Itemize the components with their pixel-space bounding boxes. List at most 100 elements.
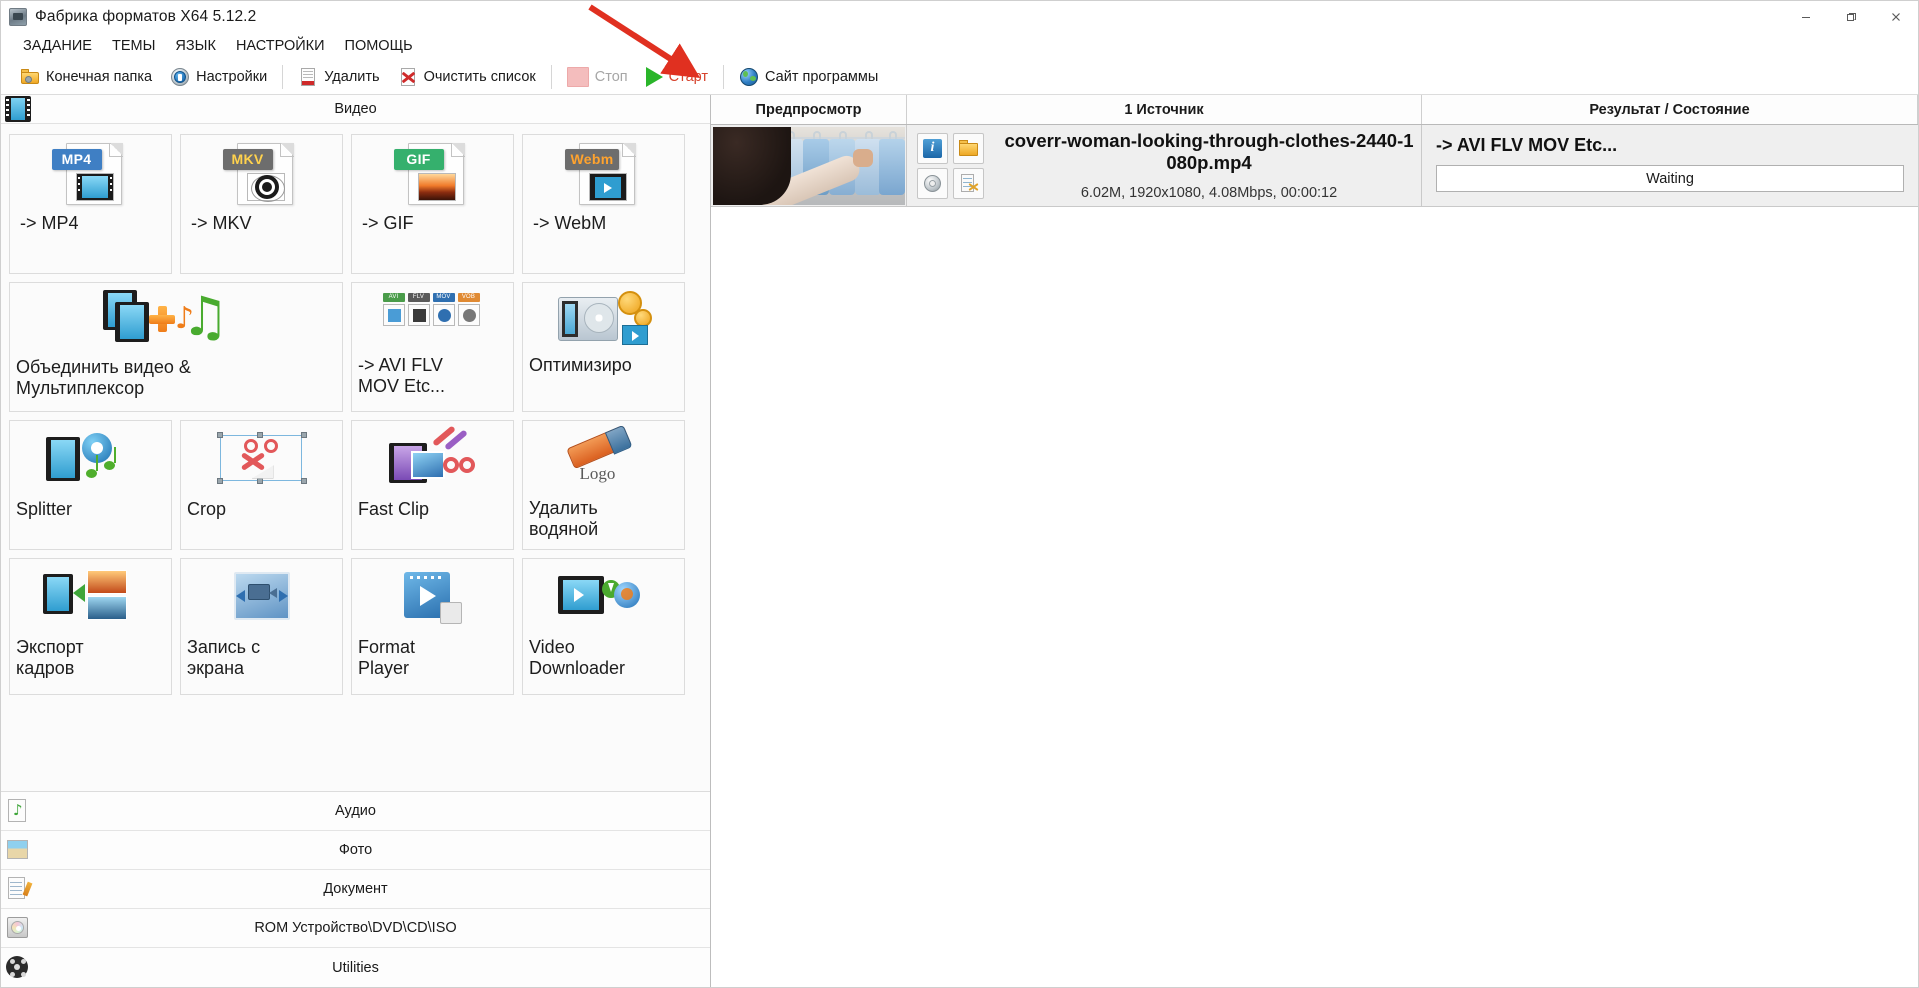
source-metadata: 6.02M, 1920x1080, 4.08Mbps, 00:00:12 bbox=[997, 185, 1421, 201]
merge-video-icon: ♪ ♫ bbox=[101, 288, 251, 352]
main-area: Видео MP4 bbox=[1, 95, 1918, 987]
left-panel: Видео MP4 bbox=[1, 95, 711, 987]
tool-label: -> MKV bbox=[181, 213, 342, 242]
category-header-video[interactable]: Видео bbox=[1, 95, 710, 124]
video-downloader-icon bbox=[558, 572, 650, 624]
toolbar-separator-2 bbox=[551, 65, 552, 89]
task-list-header: Предпросмотр 1 Источник Результат / Сост… bbox=[711, 95, 1918, 125]
gear-icon bbox=[923, 174, 942, 193]
tool-label: -> WebM bbox=[523, 213, 684, 242]
tool-convert-webm[interactable]: Webm -> WebM bbox=[522, 134, 685, 274]
badge-label: MP4 bbox=[52, 149, 102, 170]
document-clear-icon bbox=[398, 67, 418, 87]
close-button[interactable] bbox=[1873, 1, 1918, 33]
tool-art bbox=[523, 283, 684, 355]
tool-splitter[interactable]: Splitter bbox=[9, 420, 172, 550]
tool-art: GIF bbox=[352, 135, 513, 213]
menu-item-task[interactable]: ЗАДАНИЕ bbox=[13, 36, 102, 56]
tool-video-downloader[interactable]: Video Downloader bbox=[522, 558, 685, 695]
clip-button[interactable] bbox=[953, 168, 984, 199]
source-filename: coverr-woman-looking-through-clothes-244… bbox=[997, 130, 1421, 173]
tool-format-player[interactable]: Format Player bbox=[351, 558, 514, 695]
tool-screen-record[interactable]: Запись с экрана bbox=[180, 558, 343, 695]
info-icon: i bbox=[923, 139, 942, 158]
open-folder-button[interactable] bbox=[953, 133, 984, 164]
task-row[interactable]: i bbox=[711, 125, 1918, 207]
badge-label: GIF bbox=[394, 149, 444, 170]
mkv-document-icon: MKV bbox=[223, 141, 301, 207]
tool-label: -> MP4 bbox=[10, 213, 171, 242]
menu-item-language[interactable]: ЯЗЫК bbox=[165, 36, 226, 56]
tool-label: Format Player bbox=[352, 637, 513, 687]
tool-merge-video-mux[interactable]: ♪ ♫ Объединить видео & Мультиплексор bbox=[9, 282, 343, 412]
format-tag: AVI bbox=[383, 293, 405, 302]
folder-icon bbox=[20, 67, 40, 87]
tool-crop[interactable]: Crop bbox=[180, 420, 343, 550]
clear-list-button[interactable]: Очистить список bbox=[389, 62, 545, 92]
tool-label: Splitter bbox=[10, 499, 171, 528]
category-audio[interactable]: ♪ Аудио bbox=[1, 792, 710, 831]
tool-convert-avi-flv-mov[interactable]: AVI FLV MOV VOB -> AVI FLV MOV Etc... bbox=[351, 282, 514, 412]
tool-label: Crop bbox=[181, 499, 342, 528]
settings-label: Настройки bbox=[196, 69, 267, 85]
menu-item-help[interactable]: ПОМОЩЬ bbox=[335, 36, 423, 56]
fast-clip-icon bbox=[387, 431, 479, 489]
category-label: Документ bbox=[1, 881, 710, 897]
tool-art bbox=[10, 421, 171, 499]
source-info: coverr-woman-looking-through-clothes-244… bbox=[997, 130, 1421, 201]
tool-art: Webm bbox=[523, 135, 684, 213]
tool-export-frames[interactable]: Экспорт кадров bbox=[9, 558, 172, 695]
tool-art: MKV bbox=[181, 135, 342, 213]
mp4-document-icon: MP4 bbox=[52, 141, 130, 207]
tool-art: MP4 bbox=[10, 135, 171, 213]
output-folder-label: Конечная папка bbox=[46, 69, 152, 85]
result-cell: -> AVI FLV MOV Etc... Waiting bbox=[1422, 125, 1918, 206]
category-label: Utilities bbox=[1, 960, 710, 976]
tool-convert-gif[interactable]: GIF -> GIF bbox=[351, 134, 514, 274]
export-frames-icon bbox=[43, 570, 139, 626]
format-factory-window: Фабрика форматов X64 5.12.2 ЗАДАНИЕ ТЕМЫ… bbox=[0, 0, 1919, 988]
column-header-result: Результат / Состояние bbox=[1422, 95, 1918, 124]
menu-bar: ЗАДАНИЕ ТЕМЫ ЯЗЫК НАСТРОЙКИ ПОМОЩЬ bbox=[1, 33, 1918, 59]
menu-item-settings[interactable]: НАСТРОЙКИ bbox=[226, 36, 335, 56]
tool-label: -> AVI FLV MOV Etc... bbox=[352, 355, 513, 405]
preview-cell[interactable] bbox=[711, 125, 907, 206]
remove-button[interactable]: Удалить bbox=[289, 62, 388, 92]
tool-fast-clip[interactable]: Fast Clip bbox=[351, 420, 514, 550]
info-button[interactable]: i bbox=[917, 133, 948, 164]
website-button[interactable]: Сайт программы bbox=[730, 62, 887, 92]
tool-art: AVI FLV MOV VOB bbox=[352, 283, 513, 355]
minimize-button[interactable] bbox=[1783, 1, 1828, 33]
gif-document-icon: GIF bbox=[394, 141, 472, 207]
status-badge: Waiting bbox=[1436, 165, 1904, 192]
badge-label: MKV bbox=[223, 149, 273, 170]
options-button[interactable] bbox=[917, 168, 948, 199]
start-label: Старт bbox=[669, 69, 708, 85]
tool-convert-mp4[interactable]: MP4 -> MP4 bbox=[9, 134, 172, 274]
format-tag: VOB bbox=[458, 293, 480, 302]
window-title: Фабрика форматов X64 5.12.2 bbox=[35, 8, 256, 26]
category-photo[interactable]: Фото bbox=[1, 831, 710, 870]
maximize-button[interactable] bbox=[1828, 1, 1873, 33]
result-format-label: -> AVI FLV MOV Etc... bbox=[1436, 135, 1904, 156]
category-utilities[interactable]: Utilities bbox=[1, 948, 710, 987]
settings-button[interactable]: Настройки bbox=[161, 62, 276, 92]
right-panel: Предпросмотр 1 Источник Результат / Сост… bbox=[711, 95, 1918, 987]
tool-optimize[interactable]: Оптимизиро bbox=[522, 282, 685, 412]
tool-grid: MP4 -> MP4 MK bbox=[1, 124, 710, 791]
menu-item-themes[interactable]: ТЕМЫ bbox=[102, 36, 165, 56]
tool-convert-mkv[interactable]: MKV -> MKV bbox=[180, 134, 343, 274]
category-rom-device[interactable]: ROM Устройство\DVD\CD\ISO bbox=[1, 909, 710, 948]
globe-icon bbox=[739, 67, 759, 87]
crop-icon bbox=[216, 431, 308, 489]
toolbar-separator bbox=[282, 65, 283, 89]
output-folder-button[interactable]: Конечная папка bbox=[11, 62, 161, 92]
splitter-icon bbox=[46, 431, 136, 489]
webm-document-icon: Webm bbox=[565, 141, 643, 207]
tool-remove-watermark[interactable]: Logo Удалить водяной bbox=[522, 420, 685, 550]
category-document[interactable]: Документ bbox=[1, 870, 710, 909]
stop-button[interactable]: Стоп bbox=[558, 62, 637, 92]
tool-art bbox=[181, 559, 342, 637]
app-icon bbox=[9, 8, 27, 26]
start-button[interactable]: Старт bbox=[637, 62, 717, 92]
